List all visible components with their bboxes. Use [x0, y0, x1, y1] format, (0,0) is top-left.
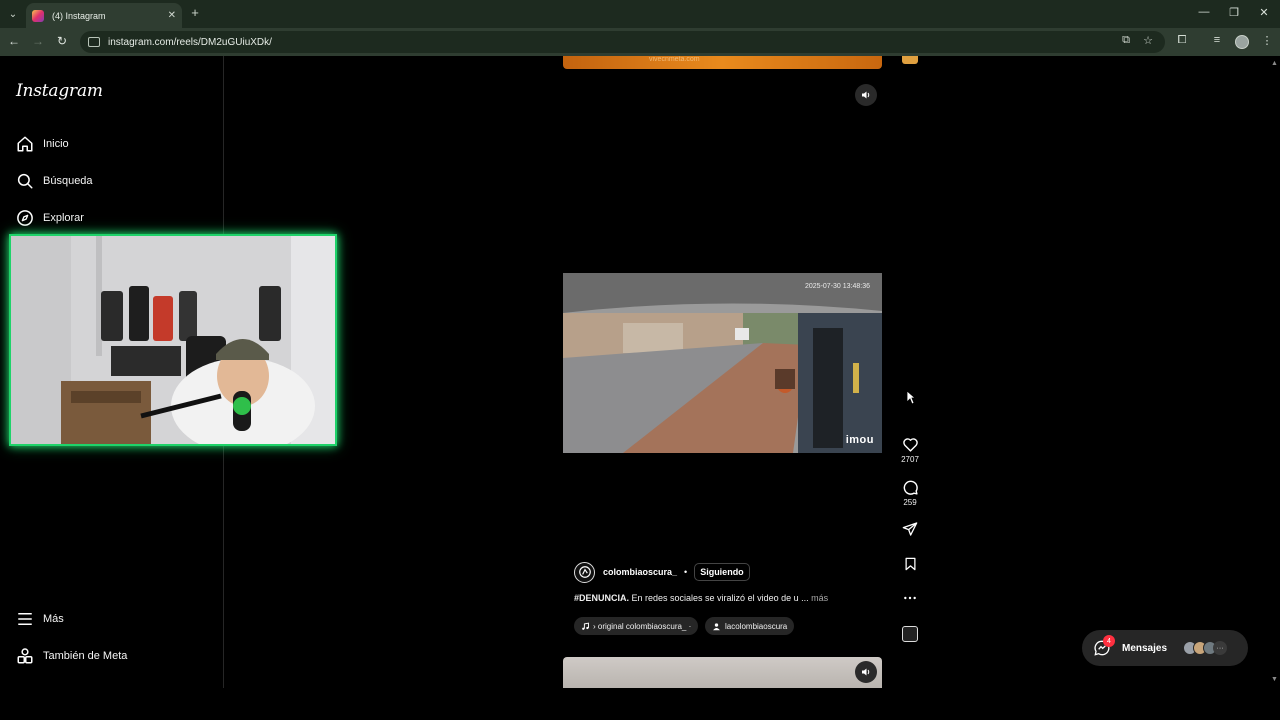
previous-reel-audio-thumb[interactable] [902, 56, 918, 64]
menu-icon [18, 613, 32, 625]
minimize-icon[interactable]: — [1194, 6, 1214, 18]
reel-author-row: colombiaoscura_ • Siguiendo [574, 561, 750, 583]
sidebar-item-meta[interactable]: También de Meta [16, 644, 127, 668]
sidebar-item-label: Explorar [43, 212, 84, 224]
speaker-icon [862, 668, 870, 676]
sidebar-item-inicio[interactable]: Inicio [16, 132, 69, 156]
sidebar-item-label: Búsqueda [43, 175, 93, 187]
like-action[interactable]: 2707 [899, 436, 921, 464]
scroll-up-icon[interactable]: ▲ [1271, 60, 1278, 67]
comment-icon[interactable] [902, 479, 919, 496]
security-camera-footage [563, 273, 882, 453]
back-icon[interactable]: ← [6, 34, 22, 48]
tab-search-chevron-icon[interactable]: ⌄ [4, 5, 22, 23]
mouse-cursor-icon [906, 390, 916, 405]
browser-tab-bar: ⌄ (4) Instagram ✕ + — ❐ ✕ [0, 0, 1280, 28]
reel-video[interactable]: 2025-07-30 13:48:36 imou [563, 273, 882, 453]
instagram-logo[interactable]: Instagram [16, 81, 103, 101]
following-button[interactable]: Siguiendo [694, 563, 750, 581]
bookmark-star-icon[interactable]: ☆ [1140, 34, 1156, 47]
sidebar-item-mas[interactable]: Más [16, 607, 64, 631]
speaker-icon [862, 91, 870, 99]
next-reel-video[interactable] [563, 657, 882, 688]
camera-brand-watermark: imou [845, 434, 874, 446]
save-action[interactable] [899, 556, 921, 572]
tab-close-icon[interactable]: ✕ [168, 10, 176, 21]
like-count: 2707 [901, 455, 919, 464]
more-dots-icon[interactable] [902, 590, 918, 606]
person-icon [713, 622, 720, 630]
music-note-icon [582, 622, 589, 630]
url-text: instagram.com/reels/DM2uGUiuXDk/ [108, 36, 272, 48]
site-info-icon[interactable] [88, 37, 100, 47]
messages-button[interactable]: 4 Mensajes ··· [1082, 630, 1248, 666]
sidebar-item-label: Inicio [43, 138, 69, 150]
author-separator: • [684, 567, 688, 577]
profile-avatar[interactable] [1235, 35, 1249, 49]
tagged-user-chip[interactable]: lacolombiaoscura [705, 617, 795, 635]
install-app-icon[interactable]: ⧉ [1118, 34, 1134, 47]
browser-menu-icon[interactable]: ⋮ [1259, 34, 1275, 47]
mute-toggle-button[interactable] [855, 84, 877, 106]
reel-caption[interactable]: #DENUNCIA. En redes sociales se viralizó… [574, 593, 828, 603]
more-options-action[interactable] [899, 590, 921, 606]
sidebar-item-busqueda[interactable]: Búsqueda [16, 169, 93, 193]
sidebar-item-explorar[interactable]: Explorar [16, 206, 84, 230]
sidebar-item-label: Más [43, 613, 64, 625]
send-icon[interactable] [902, 521, 918, 537]
share-action[interactable] [899, 521, 921, 537]
webcam-feed-image [11, 236, 335, 444]
heart-icon[interactable] [902, 436, 919, 453]
next-mute-toggle-button[interactable] [855, 661, 877, 683]
meta-apps-icon [17, 648, 33, 664]
audio-chip-label: › original colombiaoscura_ · [593, 621, 692, 631]
caption-hashtag[interactable]: #DENUNCIA. [574, 593, 629, 603]
home-icon [17, 136, 33, 152]
author-username[interactable]: colombiaoscura_ [603, 567, 677, 577]
audio-thumbnail[interactable] [902, 626, 918, 642]
media-control-icon[interactable]: ≡ [1209, 34, 1225, 46]
tab-title: (4) Instagram [52, 10, 106, 21]
previous-reel-video[interactable]: vivecnmeta.com [563, 56, 882, 69]
extensions-icon[interactable]: ⧠ [1174, 34, 1190, 47]
messages-label: Mensajes [1122, 642, 1168, 654]
instagram-favicon-icon [32, 9, 44, 22]
page-scrollbar[interactable]: ▲ ▼ [1270, 56, 1280, 688]
sidebar-item-label: También de Meta [43, 650, 128, 662]
author-logo-icon [578, 566, 591, 578]
browser-toolbar: ← → ↻ instagram.com/reels/DM2uGUiuXDk/ [0, 28, 1280, 56]
browser-tab[interactable]: (4) Instagram ✕ [26, 3, 182, 28]
comment-count: 259 [903, 498, 917, 507]
restore-icon[interactable]: ❐ [1224, 6, 1244, 19]
compass-icon [17, 210, 33, 226]
caption-more-link[interactable]: más [811, 593, 828, 603]
scroll-down-icon[interactable]: ▼ [1271, 676, 1278, 683]
address-bar[interactable]: instagram.com/reels/DM2uGUiuXDk/ [80, 31, 1165, 53]
forward-icon[interactable]: → [30, 34, 46, 48]
author-avatar[interactable] [574, 561, 595, 583]
comment-action[interactable]: 259 [899, 479, 921, 507]
tagged-user-label: lacolombiaoscura [725, 621, 788, 631]
video-timestamp: 2025-07-30 13:48:36 [805, 283, 870, 290]
previous-reel-banner-text: vivecnmeta.com [649, 56, 700, 63]
more-avatars-icon: ··· [1213, 641, 1228, 655]
audio-chip[interactable]: › original colombiaoscura_ · [574, 617, 699, 635]
taskbar-area [0, 688, 1280, 720]
webcam-overlay [9, 234, 337, 446]
bookmark-icon[interactable] [903, 556, 918, 572]
search-icon [17, 173, 33, 189]
new-tab-icon[interactable]: + [188, 5, 202, 20]
messages-badge: 4 [1103, 635, 1115, 647]
close-window-icon[interactable]: ✕ [1254, 6, 1274, 19]
reload-icon[interactable]: ↻ [54, 34, 70, 48]
caption-text: En redes sociales se viralizó el video d… [629, 593, 812, 603]
messenger-icon: 4 [1094, 635, 1115, 656]
